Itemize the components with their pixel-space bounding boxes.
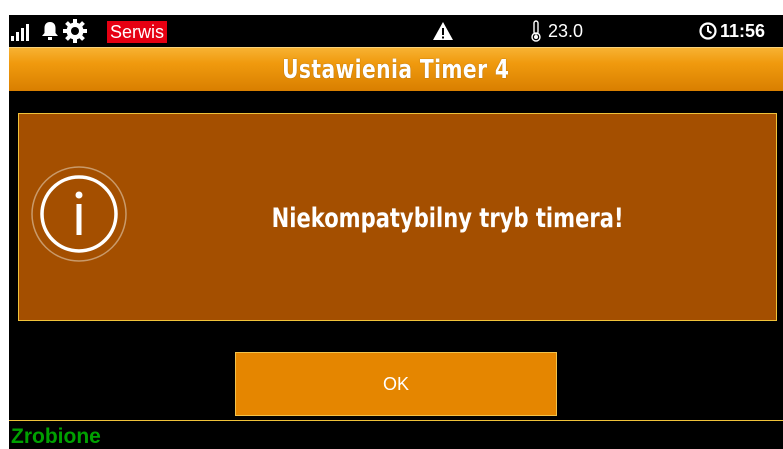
warning-icon — [432, 15, 454, 47]
signal-icon — [11, 23, 29, 41]
page-title: Ustawienia Timer 4 — [282, 54, 510, 85]
info-dialog: Niekompatybilny tryb timera! — [18, 113, 777, 321]
temperature-readout: 23.0 — [530, 15, 583, 47]
clock-time: 11:56 — [720, 20, 766, 41]
status-bar: Serwis 23.0 11:56 — [9, 15, 783, 47]
clock-icon — [699, 22, 717, 40]
mode-badge: Serwis — [107, 21, 168, 43]
info-icon — [29, 164, 129, 264]
title-bar: Ustawienia Timer 4 — [9, 47, 783, 91]
gear-icon — [63, 15, 87, 47]
footer-divider — [9, 420, 783, 421]
thermometer-icon — [531, 20, 541, 42]
device-screen: Serwis 23.0 11:56 Ustawienia Timer 4 Nie… — [9, 15, 783, 449]
dialog-message: Niekompatybilny tryb timera! — [139, 114, 756, 322]
temperature-value: 23.0 — [548, 20, 584, 41]
clock-readout: 11:56 — [699, 15, 765, 47]
dialog-message-text: Niekompatybilny tryb timera! — [271, 202, 624, 234]
footer-status: Zrobione — [11, 425, 101, 448]
ok-button[interactable]: OK — [235, 352, 557, 416]
bell-icon — [41, 15, 59, 47]
